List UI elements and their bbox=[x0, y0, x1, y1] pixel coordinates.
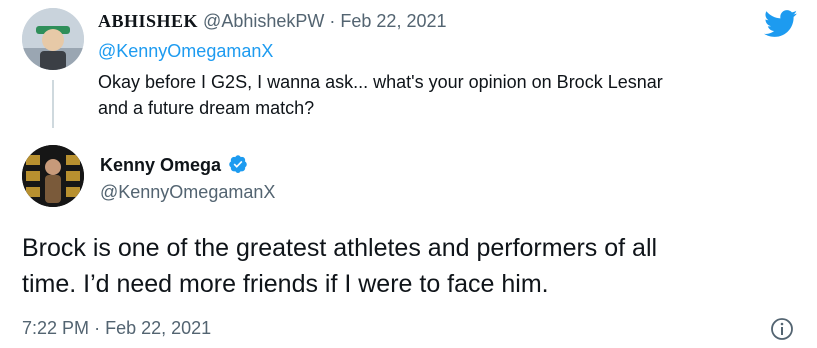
author-name-row: Kenny Omega bbox=[100, 154, 248, 179]
tweet-text-line-2: time. I’d need more friends if I were to… bbox=[22, 270, 549, 298]
reply-date[interactable]: Feb 22, 2021 bbox=[340, 11, 446, 31]
reply-text: Okay before I G2S, I wanna ask... what's… bbox=[98, 69, 663, 121]
tweet-text-line-1: Brock is one of the greatest athletes an… bbox=[22, 234, 658, 262]
author-avatar[interactable] bbox=[22, 145, 84, 207]
reply-header: ABHISHEK @AbhishekPW · Feb 22, 2021 bbox=[98, 11, 447, 32]
tweet-text: Brock is one of the greatest athletes an… bbox=[22, 230, 657, 302]
author-display-name[interactable]: Kenny Omega bbox=[100, 155, 221, 175]
tweet-timestamp[interactable]: 7:22 PM · Feb 22, 2021 bbox=[22, 318, 211, 339]
reply-mention[interactable]: @KennyOmegamanX bbox=[98, 41, 273, 62]
verified-badge-icon bbox=[228, 154, 248, 179]
author-handle[interactable]: @KennyOmegamanX bbox=[100, 182, 275, 203]
tweet-time[interactable]: 7:22 PM bbox=[22, 318, 89, 338]
reply-handle[interactable]: @AbhishekPW bbox=[203, 11, 324, 31]
reply-text-line-2: and a future dream match? bbox=[98, 98, 315, 118]
tweet-timestamp-separator: · bbox=[94, 318, 101, 338]
reply-display-name[interactable]: ABHISHEK bbox=[98, 11, 198, 31]
twitter-bird-icon[interactable] bbox=[764, 10, 798, 38]
thread-connector-line bbox=[52, 80, 54, 128]
reply-text-line-1: Okay before I G2S, I wanna ask... what's… bbox=[98, 72, 663, 92]
tweet-date[interactable]: Feb 22, 2021 bbox=[105, 318, 211, 338]
info-icon[interactable] bbox=[770, 317, 794, 341]
reply-avatar[interactable] bbox=[22, 8, 84, 70]
reply-separator: · bbox=[329, 11, 336, 31]
